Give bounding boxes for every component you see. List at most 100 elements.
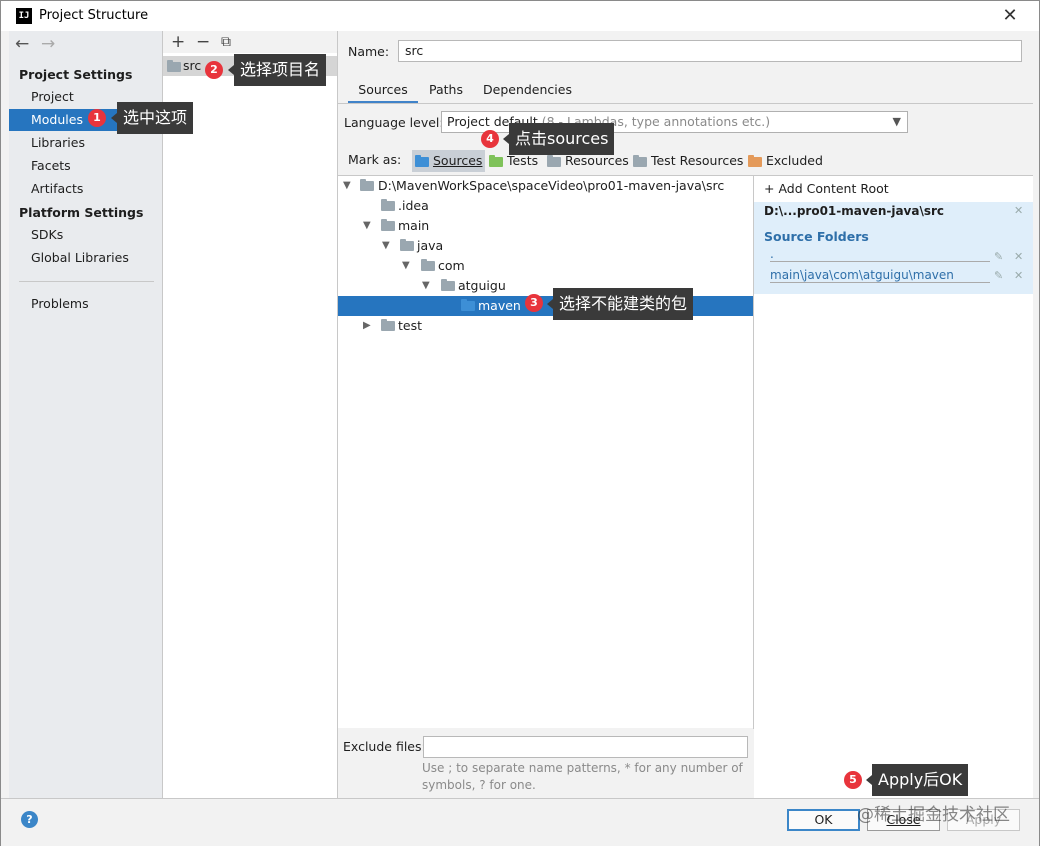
mark-test-resources-button[interactable]: Test Resources: [633, 150, 743, 172]
tree-row-label: maven: [478, 298, 521, 313]
mark-as-label: Mark as:: [348, 152, 402, 167]
chevron-down-icon[interactable]: ▼: [422, 276, 430, 296]
folder-icon: [421, 259, 435, 271]
folder-icon: [381, 219, 395, 231]
folder-icon: [381, 319, 395, 331]
nav-divider: [19, 281, 154, 282]
annotation-callout-5: Apply后OK: [865, 764, 969, 796]
nav-item-facets[interactable]: Facets: [9, 155, 162, 177]
remove-module-icon[interactable]: −: [196, 31, 210, 53]
resources-folder-icon: [547, 154, 561, 167]
tree-row[interactable]: ▼ com: [338, 256, 753, 276]
intellij-app-icon: IJ: [16, 8, 32, 24]
content-root-entry[interactable]: D:\...pro01-maven-java\src ✕ Source Fold…: [754, 202, 1033, 294]
exclude-files-hint: Use ; to separate name patterns, * for a…: [422, 761, 743, 792]
chevron-down-icon[interactable]: ▼: [382, 236, 390, 256]
window-title: Project Structure: [39, 8, 149, 23]
mark-excluded-label: Excluded: [765, 153, 823, 168]
watermark: @稀土掘金技术社区: [857, 805, 1010, 825]
language-level-label: Language level:: [344, 115, 444, 130]
module-name-input[interactable]: src: [398, 40, 1022, 62]
tab-sources[interactable]: Sources: [348, 79, 418, 104]
tree-row[interactable]: ▼ D:\MavenWorkSpace\spaceVideo\pro01-mav…: [338, 176, 753, 196]
tree-row-label: test: [398, 318, 423, 333]
chevron-down-icon[interactable]: ▼: [402, 256, 410, 276]
nav-item-sdks[interactable]: SDKs: [9, 224, 162, 246]
tests-folder-icon: [489, 154, 503, 167]
tree-row[interactable]: ▼ main: [338, 216, 753, 236]
nav-item-libraries[interactable]: Libraries: [9, 132, 162, 154]
folder-icon: [360, 179, 374, 191]
exclude-files-area: Exclude files: Use ; to separate name pa…: [338, 728, 753, 798]
annotation-callout-3: 选择不能建类的包: [546, 288, 694, 320]
sources-folder-icon: [415, 154, 429, 167]
tree-row-label: main: [398, 218, 430, 233]
platform-settings-header: Platform Settings: [19, 205, 144, 220]
mark-sources-button[interactable]: Sources: [412, 150, 486, 172]
name-label: Name:: [348, 44, 390, 59]
module-item-label: src: [183, 58, 202, 73]
annotation-badge-5: 5: [844, 771, 862, 789]
remove-folder-icon[interactable]: ✕: [1014, 250, 1023, 263]
module-settings-panel: Name: src Sources Paths Dependencies Lan…: [338, 31, 1033, 799]
remove-folder-icon[interactable]: ✕: [1014, 269, 1023, 282]
chevron-down-icon[interactable]: ▼: [363, 216, 371, 236]
chevron-down-icon[interactable]: ▼: [343, 176, 351, 196]
remove-root-icon[interactable]: ✕: [1014, 204, 1023, 217]
tree-row-label: D:\MavenWorkSpace\spaceVideo\pro01-maven…: [378, 178, 725, 193]
module-toolbar: + − ⧉: [163, 31, 337, 53]
mark-resources-label: Resources: [564, 153, 629, 168]
mark-excluded-button[interactable]: Excluded: [748, 150, 823, 172]
tree-row-label: java: [417, 238, 444, 253]
source-folder-tree: ▼ D:\MavenWorkSpace\spaceVideo\pro01-mav…: [338, 175, 754, 729]
nav-item-artifacts[interactable]: Artifacts: [9, 178, 162, 200]
folder-icon: [441, 279, 455, 291]
tab-dependencies[interactable]: Dependencies: [483, 79, 572, 101]
mark-tests-label: Tests: [506, 153, 539, 168]
annotation-badge-1: 1: [88, 109, 106, 127]
tree-row[interactable]: ▼ java: [338, 236, 753, 256]
annotation-badge-2: 2: [205, 61, 223, 79]
folder-icon: [381, 199, 395, 211]
annotation-callout-2: 选择项目名: [227, 54, 327, 86]
settings-nav: ← → Project Settings Project Modules Lib…: [9, 31, 163, 798]
mark-test-resources-label: Test Resources: [650, 153, 744, 168]
back-arrow-icon[interactable]: ←: [15, 34, 29, 54]
excluded-folder-icon: [748, 154, 762, 167]
chevron-down-icon: ▼: [892, 115, 901, 128]
tab-underline: [338, 103, 1033, 104]
add-content-root-button[interactable]: + Add Content Root: [764, 181, 889, 196]
module-folder-icon: [167, 60, 181, 72]
copy-module-icon[interactable]: ⧉: [221, 31, 231, 53]
tree-row-label: com: [438, 258, 465, 273]
plus-icon: +: [764, 181, 775, 196]
test-resources-folder-icon: [633, 154, 647, 167]
forward-arrow-icon[interactable]: →: [41, 34, 55, 54]
nav-item-problems[interactable]: Problems: [9, 293, 162, 315]
source-folder-entry: .: [770, 247, 990, 262]
project-settings-header: Project Settings: [19, 67, 133, 82]
folder-icon: [400, 239, 414, 251]
edit-pencil-icon[interactable]: ✎: [994, 250, 1003, 263]
add-module-icon[interactable]: +: [171, 31, 185, 53]
module-list-panel: + − ⧉ src: [163, 31, 338, 798]
nav-item-global-libraries[interactable]: Global Libraries: [9, 247, 162, 269]
tree-row[interactable]: .idea: [338, 196, 753, 216]
tab-paths[interactable]: Paths: [429, 79, 463, 101]
source-folders-header: Source Folders: [764, 229, 869, 244]
annotation-badge-4: 4: [481, 130, 499, 148]
annotation-badge-3: 3: [525, 294, 543, 312]
content-root-panel: + Add Content Root D:\...pro01-maven-jav…: [754, 175, 1033, 799]
title-bar: IJ Project Structure ✕: [1, 1, 1039, 31]
exclude-files-input[interactable]: [423, 736, 748, 758]
close-window-icon[interactable]: ✕: [999, 5, 1021, 27]
chevron-right-icon[interactable]: ▶: [363, 316, 371, 336]
source-folder-icon: [461, 299, 475, 311]
help-icon[interactable]: ?: [21, 811, 38, 828]
mark-sources-label: Sources: [432, 153, 483, 168]
content-root-path: D:\...pro01-maven-java\src: [764, 204, 945, 218]
exclude-files-label: Exclude files:: [343, 739, 426, 754]
tree-row-label: atguigu: [458, 278, 506, 293]
ok-button[interactable]: OK: [787, 809, 860, 831]
edit-pencil-icon[interactable]: ✎: [994, 269, 1003, 282]
